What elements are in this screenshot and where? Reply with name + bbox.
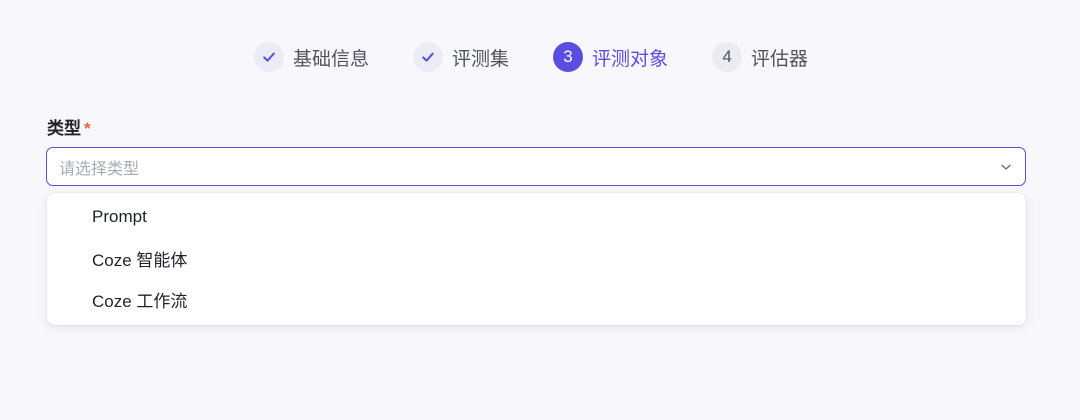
type-field-label: 类型 *: [47, 114, 91, 139]
option-coze-workflow[interactable]: Coze 工作流: [47, 279, 1026, 321]
step-label: 评测集: [452, 48, 510, 70]
page: 基础信息 评测集 3 评测对象 4 评估器 类型 * 请选择类型 Prompt …: [0, 0, 1080, 420]
check-icon: [263, 52, 275, 62]
step-basic-info[interactable]: 基础信息: [254, 42, 369, 72]
chevron-down-icon[interactable]: [999, 160, 1013, 174]
step-check-circle: [254, 42, 284, 72]
select-placeholder: 请选择类型: [59, 160, 140, 178]
step-number: 3: [553, 42, 584, 72]
step-label: 评估器: [751, 48, 809, 70]
check-icon: [422, 52, 434, 62]
step-check-circle: [413, 42, 444, 72]
step-number: 4: [712, 42, 743, 72]
type-dropdown-menu: Prompt Coze 智能体 Coze 工作流: [47, 193, 1026, 325]
field-label-text: 类型: [47, 119, 81, 138]
step-evaluator[interactable]: 4 评估器: [712, 42, 808, 72]
option-coze-agent[interactable]: Coze 智能体: [47, 238, 1026, 280]
step-eval-set[interactable]: 评测集: [413, 42, 509, 72]
type-select[interactable]: 请选择类型: [46, 147, 1026, 186]
step-eval-target[interactable]: 3 评测对象: [553, 42, 668, 72]
option-prompt[interactable]: Prompt: [47, 196, 1026, 238]
step-label: 评测对象: [592, 48, 669, 70]
required-mark: *: [84, 119, 91, 138]
step-label: 基础信息: [293, 48, 370, 70]
steps-indicator: 基础信息 评测集 3 评测对象 4 评估器: [254, 42, 808, 72]
